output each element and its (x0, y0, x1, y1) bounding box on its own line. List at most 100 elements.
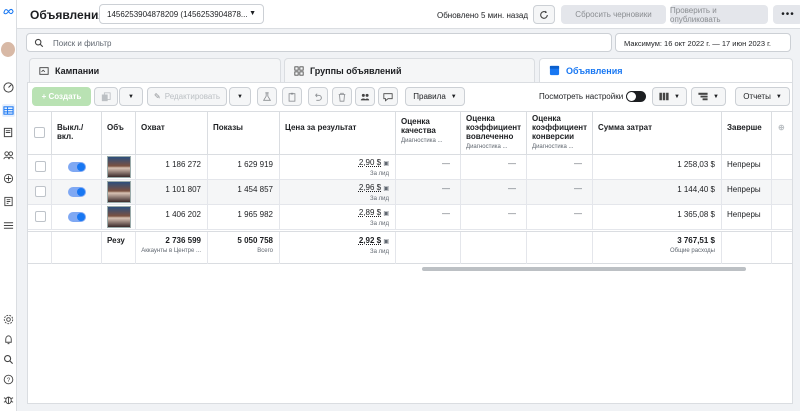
column-header-engagement[interactable]: Оценка коэффициент вовлеченно Диагностик… (461, 112, 527, 155)
column-header-ad[interactable]: Объ (102, 112, 136, 155)
search-input[interactable]: Поиск и фильтр (53, 39, 111, 48)
pages-icon[interactable] (2, 126, 15, 139)
refresh-button[interactable] (533, 5, 555, 24)
cpr-value[interactable]: 2,90 $ (359, 158, 381, 167)
date-range-picker[interactable]: Максимум: 16 окт 2022 г. — 17 июн 2023 г… (615, 33, 791, 52)
ad-toggle[interactable] (68, 212, 86, 222)
column-header-onoff[interactable]: Выкл./вкл. (52, 112, 102, 155)
totals-reach-cell: 2 736 599 Аккаунты в Центре ... (136, 232, 208, 264)
breakdown-button[interactable]: ▼ (691, 87, 726, 106)
row-checkbox[interactable] (35, 186, 46, 197)
settings-gear-icon[interactable] (2, 313, 15, 326)
duplicate-dropdown[interactable]: ▼ (119, 87, 143, 106)
engagement-cell: — (461, 155, 527, 179)
column-header-spend[interactable]: Сумма затрат (593, 112, 722, 155)
tab-ad-sets-label: Группы объявлений (310, 65, 402, 76)
breakdown-icon (698, 92, 708, 101)
quality-cell: — (396, 205, 461, 229)
reports-button[interactable]: Отчеты ▼ (735, 87, 790, 106)
column-header-cost-per-result[interactable]: Цена за результат (280, 112, 396, 155)
horizontal-scrollbar[interactable] (422, 267, 746, 271)
avatar[interactable] (1, 42, 15, 57)
tab-campaigns[interactable]: Кампании (29, 58, 281, 82)
meta-logo-icon[interactable] (2, 5, 15, 18)
cpr-value[interactable]: 2,89 $ (359, 208, 381, 217)
totals-reach-sub: Аккаунты в Центре ... (141, 248, 201, 254)
totals-empty-cell (461, 232, 527, 264)
review-and-publish-button[interactable]: Проверить и опубликовать (670, 5, 768, 24)
onoff-cell (52, 155, 102, 179)
totals-spend-sub: Общие расходы (669, 248, 715, 254)
delete-button[interactable] (332, 87, 352, 106)
table-row[interactable]: 1 186 272 1 629 919 2,90 $ ▣ За лид — — … (28, 155, 792, 180)
cpr-value[interactable]: 2,96 $ (359, 183, 381, 192)
chevron-down-icon: ▼ (128, 93, 134, 100)
ab-test-button[interactable] (257, 87, 277, 106)
chevron-down-icon: ▼ (249, 10, 256, 17)
preview-button[interactable] (378, 87, 398, 106)
ends-cell: Непреры (722, 205, 772, 229)
people-icon (360, 93, 370, 100)
billing-icon[interactable] (2, 195, 15, 208)
reach-cell: 1 406 202 (136, 205, 208, 229)
tab-ads[interactable]: Объявления (539, 58, 793, 82)
column-header-quality[interactable]: Оценка качества Диагностика ... (396, 112, 461, 155)
row-checkbox[interactable] (35, 211, 46, 222)
duplicate-button[interactable] (94, 87, 118, 106)
totals-impressions-cell: 5 050 758 Всего (208, 232, 280, 264)
more-options-button[interactable]: ••• (773, 5, 800, 24)
onoff-cell (52, 205, 102, 229)
ad-thumbnail[interactable] (107, 181, 131, 203)
totals-impressions: 5 050 758 (237, 236, 273, 245)
spend-cell: 1 365,08 $ (593, 205, 722, 229)
ad-thumbnail[interactable] (107, 206, 131, 228)
catalog-icon[interactable] (2, 172, 15, 185)
ads-manager-table-icon[interactable] (2, 104, 15, 117)
quality-header-label: Оценка качества (401, 117, 436, 135)
tab-ads-label: Объявления (566, 65, 623, 76)
dashboard-icon[interactable] (2, 81, 15, 94)
totals-cpr-sub: За лид (370, 249, 389, 255)
column-header-conversion[interactable]: Оценка коэффициент конверсии Диагностика… (527, 112, 593, 155)
table-header: Выкл./вкл. Объ Охват Показы Цена за резу… (28, 111, 792, 155)
create-button[interactable]: + Создать (32, 87, 91, 106)
notifications-bell-icon[interactable] (2, 333, 15, 346)
cpr-sub: За лид (370, 171, 389, 177)
audiences-icon[interactable] (2, 149, 15, 162)
column-header-impressions[interactable]: Показы (208, 112, 280, 155)
row-checkbox[interactable] (35, 161, 46, 172)
ad-toggle[interactable] (68, 187, 86, 197)
clipboard-button[interactable] (282, 87, 302, 106)
folder-icon (39, 66, 49, 76)
edit-dropdown[interactable]: ▼ (229, 87, 251, 106)
select-all-checkbox[interactable] (34, 127, 45, 138)
column-header-reach[interactable]: Охват (136, 112, 208, 155)
bug-report-icon[interactable] (2, 393, 15, 406)
rules-button[interactable]: Правила ▼ (405, 87, 465, 106)
add-column-icon[interactable]: ⊕ (772, 112, 792, 155)
totals-reach: 2 736 599 (165, 236, 201, 245)
column-header-ends[interactable]: Заверше (722, 112, 772, 155)
search-icon[interactable] (2, 353, 15, 366)
row-select-cell (28, 155, 52, 179)
reach-cell: 1 101 807 (136, 180, 208, 204)
columns-button[interactable]: ▼ (652, 87, 687, 106)
totals-cpr[interactable]: 2,92 $ (359, 236, 381, 245)
audience-button[interactable] (355, 87, 375, 106)
ad-toggle[interactable] (68, 162, 86, 172)
edit-button[interactable]: ✎ Редактировать (147, 87, 227, 106)
menu-icon[interactable] (2, 219, 15, 232)
discard-drafts-button[interactable]: Сбросить черновики (561, 5, 666, 24)
table-row[interactable]: 1 406 202 1 965 982 2,89 $ ▣ За лид — — … (28, 205, 792, 230)
spend-cell: 1 144,40 $ (593, 180, 722, 204)
cost-per-result-cell: 2,89 $ ▣ За лид (280, 205, 396, 229)
help-icon[interactable]: ? (2, 373, 15, 386)
engagement-header-sub: Диагностика ... (466, 144, 508, 150)
undo-button[interactable] (308, 87, 328, 106)
ad-thumbnail[interactable] (107, 156, 131, 178)
table-row[interactable]: 1 101 807 1 454 857 2,96 $ ▣ За лид — — … (28, 180, 792, 205)
account-selector[interactable]: 1456253904878209 (1456253904878... ▼ (99, 4, 264, 24)
search-filter-bar[interactable]: Поиск и фильтр (26, 33, 612, 52)
view-settings-toggle[interactable] (626, 91, 646, 102)
tab-ad-sets[interactable]: Группы объявлений (284, 58, 535, 82)
